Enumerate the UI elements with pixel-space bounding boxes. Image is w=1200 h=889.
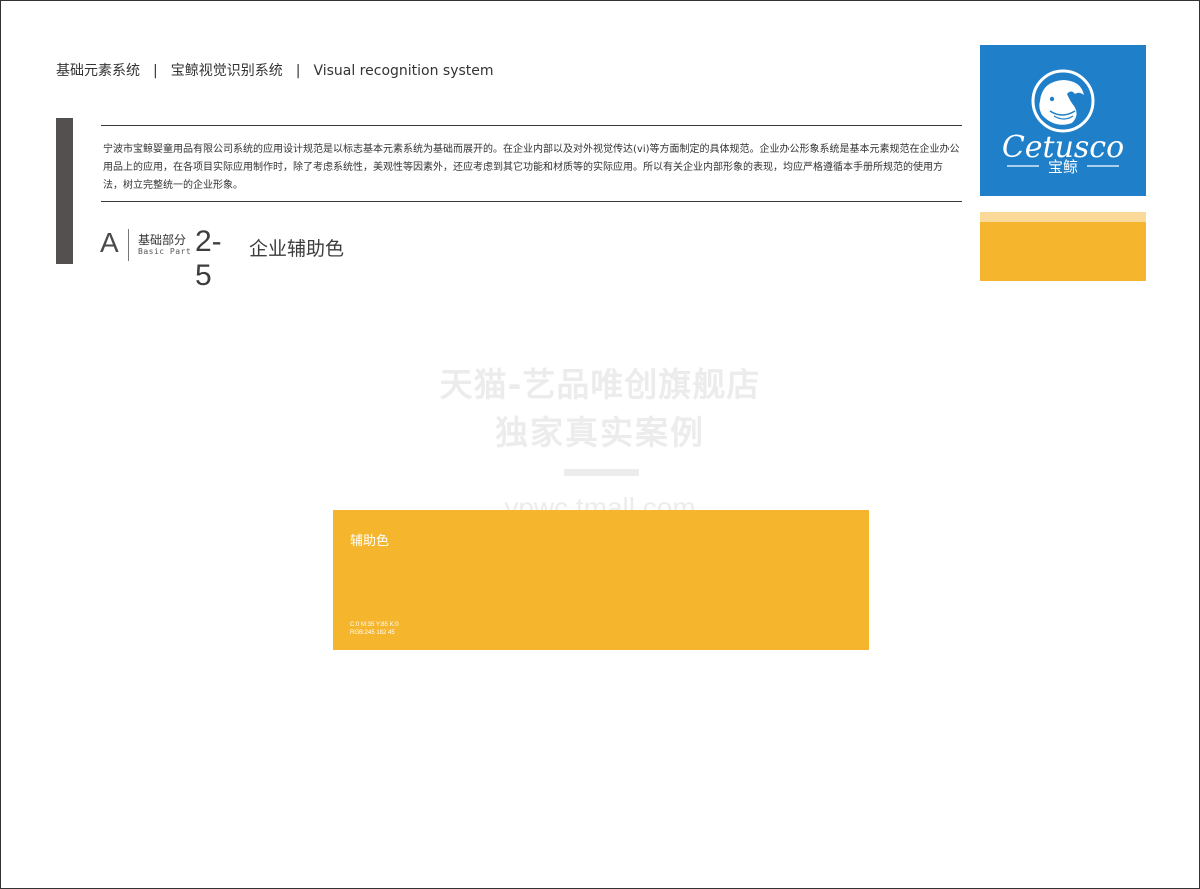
section-divider bbox=[128, 229, 129, 261]
section-accent-bar bbox=[56, 118, 73, 264]
breadcrumb-item-english: Visual recognition system bbox=[313, 63, 494, 79]
main-color-strip bbox=[980, 222, 1146, 281]
auxiliary-color-swatch: 辅助色 C:0 M:35 Y:85 K:0 RGB:245 182 45 bbox=[333, 510, 869, 650]
breadcrumb: 基础元素系统 | 宝鲸视觉识别系统 | Visual recognition syste… bbox=[56, 60, 494, 80]
watermark-bar bbox=[564, 469, 639, 476]
breadcrumb-item-vi-system: 宝鲸视觉识别系统 bbox=[170, 63, 283, 79]
bottom-rule bbox=[101, 201, 962, 202]
watermark-line-1: 天猫-艺品唯创旗舰店 bbox=[439, 365, 761, 404]
breadcrumb-item-basic-elements: 基础元素系统 bbox=[56, 63, 140, 79]
section-title: 企业辅助色 bbox=[249, 238, 345, 260]
top-rule bbox=[101, 125, 962, 126]
watermark-line-2: 独家真实案例 bbox=[495, 413, 705, 452]
swatch-cmyk: C:0 M:35 Y:85 K:0 bbox=[350, 622, 399, 628]
logo-brand-cn: 宝鲸 bbox=[1048, 158, 1078, 176]
swatch-name: 辅助色 bbox=[350, 534, 390, 549]
swatch-rgb: RGB:245 182 45 bbox=[350, 630, 395, 636]
section-part-en: Basic Part bbox=[138, 247, 192, 256]
section-number: 2-5 bbox=[195, 225, 222, 292]
section-part-cn: 基础部分 bbox=[138, 233, 187, 247]
intro-paragraph: 宁波市宝鲸婴童用品有限公司系统的应用设计规范是以标志基本元素系统为基础而展开的。… bbox=[103, 144, 960, 191]
section-letter: A bbox=[100, 227, 119, 258]
breadcrumb-separator: | bbox=[295, 63, 301, 79]
whale-circle-icon: Cetusco 宝鲸 bbox=[1002, 69, 1124, 176]
breadcrumb-separator: | bbox=[153, 63, 158, 79]
light-color-strip bbox=[980, 212, 1146, 222]
brand-logo: Cetusco 宝鲸 bbox=[980, 45, 1146, 196]
